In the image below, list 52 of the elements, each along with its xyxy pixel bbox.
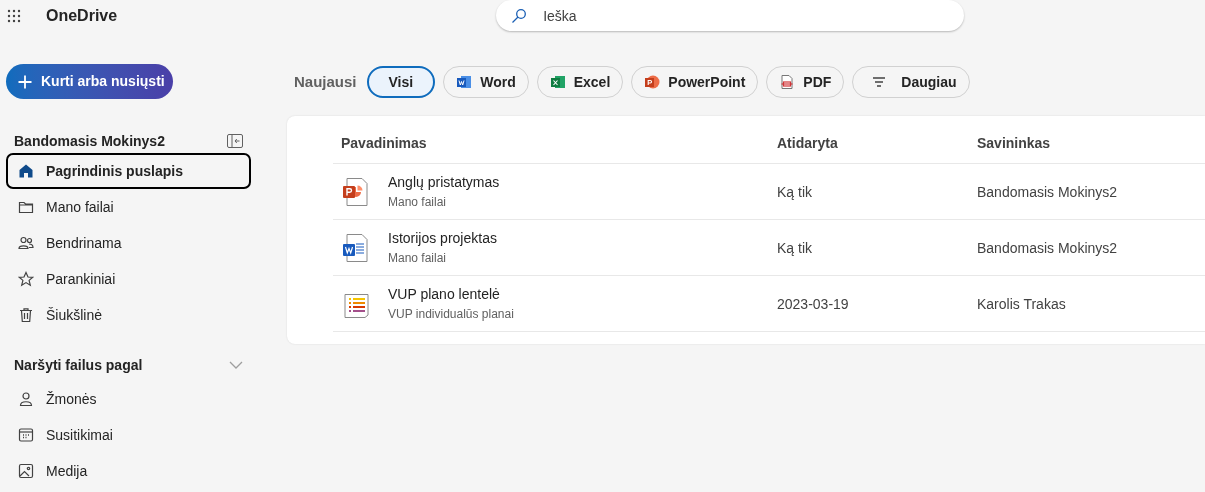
section-heading: Naršyti failus pagal (14, 355, 143, 375)
section-label: Naujausi (294, 71, 357, 92)
nav-item[interactable]: Pagrindinis puslapis (6, 153, 251, 189)
file-location: VUP individualūs planai (388, 306, 514, 323)
home-icon (18, 163, 34, 179)
calendar-icon (18, 427, 34, 443)
nav-item[interactable]: Žmonės (6, 381, 251, 417)
nav-item[interactable]: Mano failai (6, 189, 251, 225)
table-cell: Ką tik (777, 183, 812, 200)
trash-icon (18, 307, 34, 323)
folder-icon (18, 199, 34, 215)
image-icon (18, 463, 34, 479)
table-cell: Bandomasis Mokinys2 (977, 239, 1118, 256)
table-cell: Karolis Trakas (977, 295, 1066, 312)
filter-chip[interactable]: Daugiau (852, 66, 970, 98)
file-name[interactable]: Istorijos projektas (388, 228, 497, 249)
filter-chip[interactable]: Excel (536, 66, 624, 98)
column-header[interactable]: Pavadinimas (333, 133, 777, 154)
column-header[interactable]: Savininkas (977, 133, 1205, 154)
filter-chip[interactable]: Visi (366, 66, 436, 98)
pdf-document-icon (779, 74, 796, 90)
app-launcher-icon[interactable] (7, 9, 21, 23)
nav-item[interactable]: Bendrinama (6, 225, 251, 261)
create-button[interactable]: Kurti arba nusiųsti (6, 64, 173, 99)
search-field[interactable]: Ieška (496, 0, 965, 31)
file-name[interactable]: VUP plano lentelė (388, 284, 514, 305)
file-name[interactable]: Anglų pristatymas (388, 172, 500, 193)
powerpoint-icon (644, 74, 661, 90)
filter-chip[interactable]: PDF (766, 66, 845, 98)
person-icon (18, 391, 34, 407)
filter-chip[interactable]: Word (443, 66, 529, 98)
star-icon (18, 271, 34, 287)
column-header[interactable]: Atidaryta (777, 133, 977, 154)
table-cell: Bandomasis Mokinys2 (977, 183, 1118, 200)
file-location: Mano failai (388, 194, 448, 211)
plus-icon (18, 74, 32, 89)
collapse-pane-icon[interactable] (227, 134, 243, 148)
nav-item[interactable]: Susitikimai (6, 417, 251, 453)
nav-item[interactable]: Medija (6, 453, 251, 489)
file-location: Mano failai (388, 250, 448, 267)
account-name: Bandomasis Mokinys2 (14, 131, 165, 151)
table-cell: 2023-03-19 (777, 295, 849, 312)
word-icon (456, 74, 473, 90)
nav-item[interactable]: Šiukšlinė (6, 297, 251, 333)
search-icon (511, 8, 528, 24)
excel-icon (549, 74, 566, 90)
filter-chip[interactable]: PowerPoint (631, 66, 759, 98)
filter-icon (871, 74, 888, 90)
people-icon (18, 235, 34, 251)
app-title: OneDrive (46, 6, 118, 26)
nav-item[interactable]: Parankiniai (6, 261, 251, 297)
table-cell: Ką tik (777, 239, 812, 256)
